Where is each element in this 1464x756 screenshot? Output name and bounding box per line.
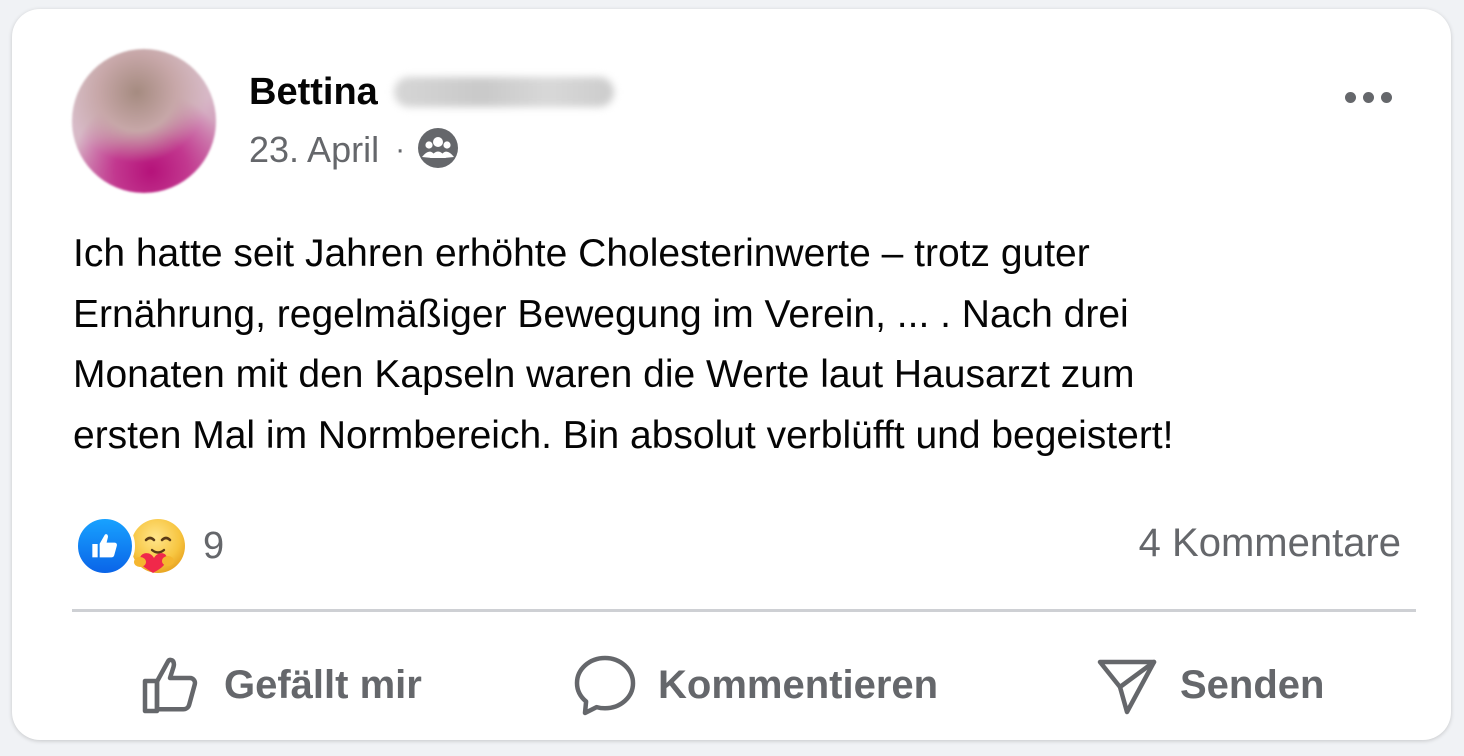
group-icon[interactable] xyxy=(417,127,459,174)
post-meta: 23. April · xyxy=(249,127,459,173)
post-text-line: ersten Mal im Normbereich. Bin absolut v… xyxy=(73,413,1174,457)
meta-separator: · xyxy=(395,133,406,166)
post-text-line: Ich hatte seit Jahren erhöhte Cholesteri… xyxy=(73,232,1090,275)
reaction-count: 9 xyxy=(203,524,225,567)
post-date[interactable]: 23. April xyxy=(249,129,379,171)
send-icon xyxy=(1094,652,1160,718)
care-reaction-icon xyxy=(127,515,189,577)
divider xyxy=(72,609,1416,612)
post-text: Ich hatte seit Jahren erhöhte Cholesteri… xyxy=(73,224,1433,466)
like-reaction-icon xyxy=(75,516,135,576)
blurred-last-name xyxy=(393,77,614,107)
more-options-button[interactable] xyxy=(1332,71,1404,123)
thumbs-up-icon xyxy=(140,653,204,717)
comment-button[interactable]: Kommentieren xyxy=(572,647,938,723)
comment-label: Kommentieren xyxy=(658,662,939,707)
author-first-name[interactable]: Bettina xyxy=(249,71,378,114)
author-name[interactable]: Bettina xyxy=(249,67,614,117)
comments-count[interactable]: 4 Kommentare xyxy=(1139,521,1401,566)
send-label: Senden xyxy=(1180,662,1325,707)
like-label: Gefällt mir xyxy=(224,662,422,707)
reactions-summary[interactable]: 9 xyxy=(75,515,225,577)
send-button[interactable]: Senden xyxy=(1094,647,1324,723)
post-text-line: Ernährung, regelmäßiger Bewegung im Vere… xyxy=(73,292,1129,336)
avatar[interactable] xyxy=(72,49,216,193)
post-text-line: Monaten mit den Kapseln waren die Werte … xyxy=(73,353,1135,396)
comment-bubble-icon xyxy=(572,652,638,718)
more-horizontal-icon xyxy=(1344,91,1356,103)
post-card: Bettina 23. April · Ich hatte seit Jahre… xyxy=(12,9,1451,740)
like-button[interactable]: Gefällt mir xyxy=(140,647,422,723)
